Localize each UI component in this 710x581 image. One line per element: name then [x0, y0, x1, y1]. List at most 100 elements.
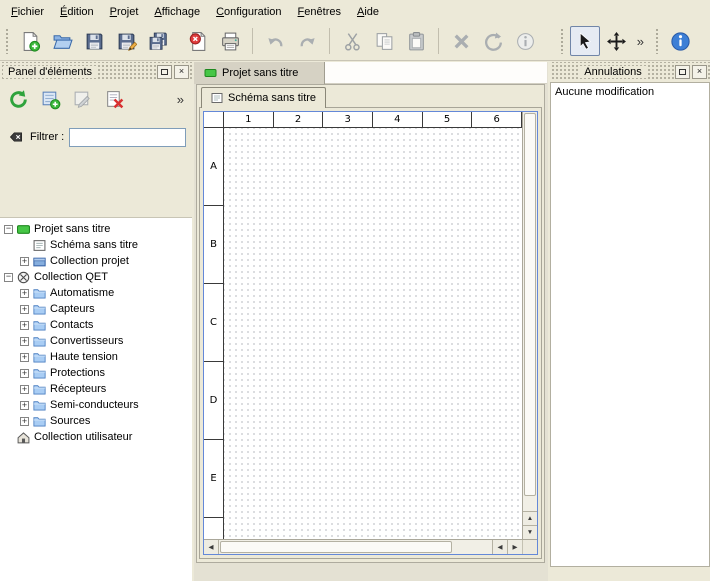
printer-icon — [220, 31, 241, 52]
scroll-right-button[interactable]: ▶ — [507, 540, 522, 554]
toolbar-drag-handle[interactable] — [560, 28, 565, 54]
delete-element-button[interactable] — [100, 85, 128, 113]
delete-cross-icon — [451, 31, 472, 52]
reload-collections-button[interactable] — [4, 85, 32, 113]
ruler-row-label: B — [204, 206, 223, 284]
menu-fenetres[interactable]: Fenêtres — [290, 2, 349, 21]
pan-tool-button[interactable] — [602, 26, 632, 56]
elements-toolbar-overflow-button[interactable]: » — [177, 92, 184, 107]
horizontal-scrollbar[interactable]: ◀ ◀ ▶ — [204, 539, 537, 554]
filter-input[interactable] — [69, 128, 186, 147]
new-button[interactable] — [15, 26, 45, 56]
info-blue-icon — [670, 31, 691, 52]
ruler-column-label: 5 — [423, 112, 473, 127]
redo-button[interactable] — [292, 26, 322, 56]
tree-item-label: Récepteurs — [50, 383, 106, 395]
float-panel-button[interactable] — [675, 65, 690, 79]
ruler-corner — [204, 112, 224, 127]
menu-projet[interactable]: Projet — [102, 2, 147, 21]
tree-item-label: Haute tension — [50, 351, 118, 363]
diagram-tab[interactable]: Schéma sans titre — [201, 87, 326, 108]
paste-button[interactable] — [401, 26, 431, 56]
expand-icon[interactable] — [20, 305, 29, 314]
open-button[interactable] — [47, 26, 77, 56]
vertical-scrollbar[interactable]: ▲ ▼ — [522, 112, 537, 539]
cut-button[interactable] — [337, 26, 367, 56]
toolbar-overflow-button[interactable]: » — [634, 34, 647, 49]
clear-filter-button[interactable] — [6, 128, 25, 146]
elements-panel-titlebar[interactable]: Panel d'éléments × — [0, 62, 192, 81]
project-icon — [204, 67, 217, 79]
delete-button[interactable] — [446, 26, 476, 56]
print-button[interactable] — [215, 26, 245, 56]
new-element-button[interactable] — [36, 85, 64, 113]
scroll-left-button[interactable]: ◀ — [204, 540, 219, 554]
vertical-scroll-thumb[interactable] — [524, 113, 536, 496]
undo-list-item[interactable]: Aucune modification — [555, 86, 705, 98]
save-as-button[interactable] — [111, 26, 141, 56]
tree-item[interactable]: Semi-conducteurs — [0, 397, 192, 413]
ruler-row-label: C — [204, 284, 223, 362]
tree-item[interactable]: Protections — [0, 365, 192, 381]
close-panel-button[interactable]: × — [692, 65, 707, 79]
scroll-left-button[interactable]: ◀ — [492, 540, 507, 554]
tree-item[interactable]: Collection utilisateur — [0, 429, 192, 445]
menu-edition[interactable]: Édition — [52, 2, 102, 21]
collapse-icon[interactable] — [4, 225, 13, 234]
scroll-up-button[interactable]: ▲ — [523, 511, 537, 525]
toolbar-drag-handle[interactable] — [655, 28, 660, 54]
menu-configuration[interactable]: Configuration — [208, 2, 289, 21]
expand-icon[interactable] — [20, 369, 29, 378]
save-button[interactable] — [79, 26, 109, 56]
edit-element-button[interactable] — [68, 85, 96, 113]
expand-icon[interactable] — [20, 289, 29, 298]
expand-icon[interactable] — [20, 417, 29, 426]
properties-button[interactable] — [510, 26, 540, 56]
project-tab[interactable]: Projet sans titre — [194, 62, 325, 84]
tree-item[interactable]: Schéma sans titre — [0, 237, 192, 253]
expand-icon[interactable] — [20, 385, 29, 394]
about-button[interactable] — [665, 26, 695, 56]
tree-item[interactable]: Contacts — [0, 317, 192, 333]
tree-item[interactable]: Sources — [0, 413, 192, 429]
toolbar-drag-handle[interactable] — [5, 28, 10, 54]
horizontal-scroll-thumb[interactable] — [220, 541, 452, 553]
undo-button[interactable] — [260, 26, 290, 56]
expand-icon[interactable] — [20, 257, 29, 266]
diagram-pane: 1 2 3 4 5 6 A B C — [199, 107, 542, 559]
menu-aide[interactable]: Aide — [349, 2, 387, 21]
vertical-scroll-track[interactable] — [523, 112, 537, 511]
edit-element-icon — [72, 89, 93, 110]
folder-icon — [33, 399, 46, 412]
select-tool-button[interactable] — [570, 26, 600, 56]
diagram-canvas[interactable] — [224, 128, 522, 539]
ruler-row-label: E — [204, 440, 223, 518]
undo-panel-titlebar[interactable]: Annulations × — [550, 62, 710, 81]
tree-item[interactable]: Haute tension — [0, 349, 192, 365]
expand-icon[interactable] — [20, 321, 29, 330]
tree-item[interactable]: Collection projet — [0, 253, 192, 269]
copy-button[interactable] — [369, 26, 399, 56]
menu-affichage[interactable]: Affichage — [146, 2, 208, 21]
undo-history-list[interactable]: Aucune modification — [550, 82, 710, 567]
scroll-down-button[interactable]: ▼ — [523, 525, 537, 539]
tree-item[interactable]: Collection QET — [0, 269, 192, 285]
save-all-button[interactable] — [143, 26, 173, 56]
tree-item[interactable]: Récepteurs — [0, 381, 192, 397]
close-panel-button[interactable]: × — [174, 65, 189, 79]
tree-item[interactable]: Convertisseurs — [0, 333, 192, 349]
tree-item[interactable]: Projet sans titre — [0, 221, 192, 237]
horizontal-scroll-track[interactable] — [219, 540, 492, 554]
rotate-button[interactable] — [478, 26, 508, 56]
expand-icon[interactable] — [20, 401, 29, 410]
new-element-icon — [40, 89, 61, 110]
menu-fichier[interactable]: Fichier — [3, 2, 52, 21]
expand-icon[interactable] — [20, 353, 29, 362]
close-file-button[interactable] — [183, 26, 213, 56]
expand-icon[interactable] — [20, 337, 29, 346]
column-ruler: 1 2 3 4 5 6 — [204, 112, 522, 128]
float-panel-button[interactable] — [157, 65, 172, 79]
collapse-icon[interactable] — [4, 273, 13, 282]
tree-item[interactable]: Automatisme — [0, 285, 192, 301]
tree-item[interactable]: Capteurs — [0, 301, 192, 317]
